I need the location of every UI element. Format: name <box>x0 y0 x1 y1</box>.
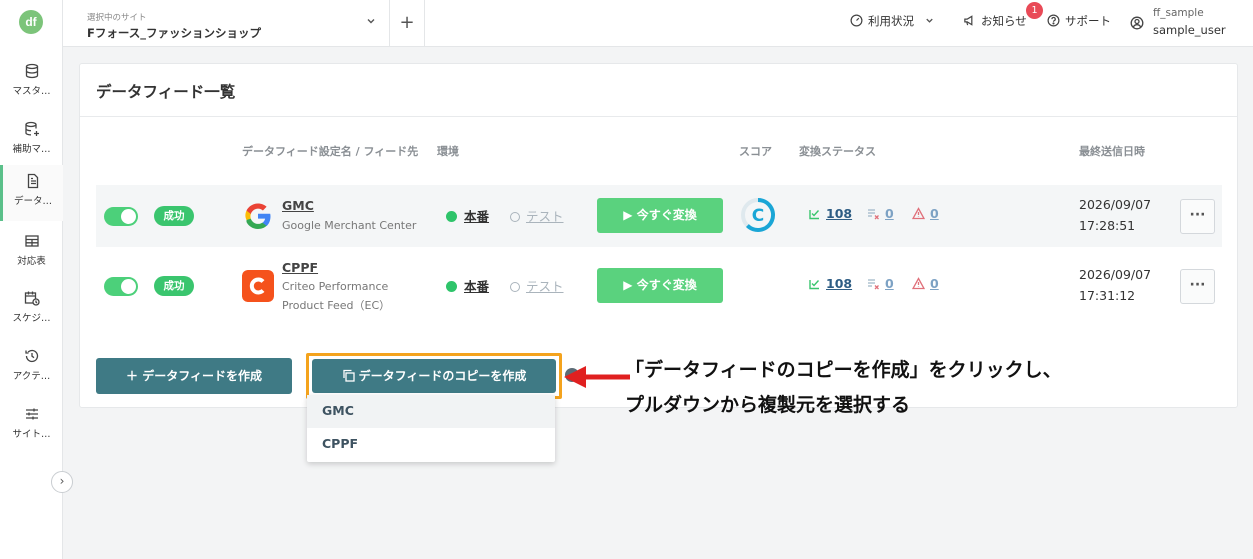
sidebar-item-activity[interactable]: アクテ… <box>0 340 63 396</box>
feed-name-link[interactable]: GMC <box>282 198 314 213</box>
app-logo[interactable]: df <box>19 10 43 34</box>
last-sent-datetime: 2026/09/07 17:31:12 <box>1079 267 1152 303</box>
feed-destination: Criteo Performance Product Feed（EC） <box>282 280 391 312</box>
success-count-link[interactable]: 108 <box>808 206 852 221</box>
user-icon <box>1130 16 1144 30</box>
site-selector-label: 選択中のサイト <box>87 13 147 23</box>
column-header-score: スコア <box>739 145 772 158</box>
sidebar-item-label: マスタ… <box>12 86 51 97</box>
add-site-button[interactable]: + <box>390 0 425 46</box>
sidebar-item-master[interactable]: マスタ… <box>0 55 63 111</box>
site-name: Fフォース_ファッションショップ <box>87 26 262 40</box>
copy-datafeed-button[interactable]: データフィードのコピーを作成 <box>312 359 556 393</box>
notification-badge: 1 <box>1026 2 1043 19</box>
site-selector[interactable]: 選択中のサイト Fフォース_ファッションショップ <box>63 0 390 46</box>
column-header-status: 変換ステータス <box>799 145 876 158</box>
status-badge: 成功 <box>154 276 194 296</box>
env-live-option[interactable]: 本番 <box>446 206 489 225</box>
sidebar-item-label: アクテ… <box>12 371 51 382</box>
history-icon <box>24 349 38 363</box>
sidebar-item-label: データ… <box>13 196 52 207</box>
score-gauge: C <box>741 198 775 232</box>
warning-count-link[interactable]: 0 <box>911 276 939 291</box>
annotation-line-1: 「データフィードのコピーを作成」をクリックし、 <box>625 359 1062 381</box>
help-icon <box>1047 14 1060 27</box>
highlight-frame: データフィードのコピーを作成 <box>306 353 562 399</box>
sidebar-item-mapping[interactable]: 対応表 <box>0 225 63 281</box>
convert-now-button[interactable]: ▶ 今すぐ変換 <box>597 268 723 303</box>
column-header-last-sent: 最終送信日時 <box>1079 145 1145 158</box>
warning-count-link[interactable]: 0 <box>911 206 939 221</box>
column-header-env: 環境 <box>437 145 459 158</box>
news-label: お知らせ <box>981 14 1027 28</box>
sliders-icon <box>25 408 38 420</box>
feed-destination: Google Merchant Center <box>282 219 417 232</box>
warning-icon <box>911 207 926 220</box>
support-link[interactable]: サポート <box>1047 13 1111 29</box>
calendar-clock-icon <box>24 291 40 306</box>
error-count-link[interactable]: 0 <box>867 206 894 221</box>
success-count-link[interactable]: 108 <box>808 276 852 291</box>
annotation-callout: 「データフィードのコピーを作成」をクリックし、 プルダウンから複製元を選択する <box>625 353 1062 423</box>
news-link[interactable]: お知らせ <box>963 13 1027 29</box>
sidebar-item-schedule[interactable]: スケジ… <box>0 282 63 338</box>
env-test-option[interactable]: テスト <box>510 206 564 225</box>
score-label: C <box>752 206 764 226</box>
dropdown-item-gmc[interactable]: GMC <box>307 395 555 428</box>
sidebar-item-datafeed[interactable]: データ… <box>0 165 63 221</box>
annotation-line-2: プルダウンから複製元を選択する <box>625 394 911 416</box>
support-label: サポート <box>1065 14 1111 28</box>
dropdown-item-cppf[interactable]: CPPF <box>307 428 555 461</box>
sidebar-item-label: 補助マ… <box>12 144 51 155</box>
megaphone-icon <box>964 15 973 26</box>
usage-menu[interactable]: 利用状況 <box>850 13 940 29</box>
enable-toggle[interactable] <box>104 277 138 296</box>
page-title: データフィード一覧 <box>96 83 236 101</box>
database-icon <box>25 63 38 79</box>
document-icon <box>27 173 39 189</box>
sidebar-item-aux-master[interactable]: 補助マ… <box>0 113 63 169</box>
top-header: 選択中のサイト Fフォース_ファッションショップ + 利用状況 お知らせ 1 サ… <box>63 0 1253 47</box>
table-icon <box>24 235 39 247</box>
error-count-link[interactable]: 0 <box>867 276 894 291</box>
status-badge: 成功 <box>154 206 194 226</box>
sidebar-item-site-settings[interactable]: サイト… <box>0 398 63 454</box>
user-id: ff_sample <box>1153 7 1204 19</box>
user-name: sample_user <box>1153 23 1226 37</box>
create-datafeed-button[interactable]: ＋ データフィードを作成 <box>96 358 292 394</box>
database-add-icon <box>24 121 39 136</box>
table-row: 成功 GMC Google Merchant Center 本番 テスト ▶ 今… <box>96 185 1222 247</box>
check-doc-icon <box>809 210 820 220</box>
criteo-icon <box>242 270 274 302</box>
check-doc-icon <box>809 280 820 290</box>
env-live-option[interactable]: 本番 <box>446 276 489 295</box>
feed-name-link[interactable]: CPPF <box>282 260 318 275</box>
last-sent-datetime: 2026/09/07 17:28:51 <box>1079 197 1152 233</box>
usage-label: 利用状況 <box>868 14 914 28</box>
sidebar-item-label: サイト… <box>12 429 51 440</box>
divider <box>80 116 1237 117</box>
sidebar-item-label: 対応表 <box>17 256 46 267</box>
more-options-button[interactable]: ··· <box>1180 269 1215 304</box>
warning-icon <box>911 277 926 290</box>
column-header-name: データフィード設定名 / フィード先 <box>242 145 419 158</box>
red-arrow-icon <box>564 366 630 388</box>
list-error-icon <box>868 209 879 220</box>
sidebar-expand-button[interactable]: › <box>51 471 73 493</box>
table-row: 成功 CPPF Criteo Performance Product Feed（… <box>96 255 1222 317</box>
chevron-down-icon <box>925 18 933 23</box>
enable-toggle[interactable] <box>104 207 138 226</box>
sidebar-item-label: スケジ… <box>12 313 51 324</box>
google-icon <box>245 203 271 229</box>
chevron-down-icon <box>367 19 375 24</box>
list-error-icon <box>868 279 879 290</box>
more-options-button[interactable]: ··· <box>1180 199 1215 234</box>
convert-now-button[interactable]: ▶ 今すぐ変換 <box>597 198 723 233</box>
copy-source-dropdown: GMC CPPF <box>307 395 555 462</box>
gauge-icon <box>850 14 863 27</box>
env-test-option[interactable]: テスト <box>510 276 564 295</box>
copy-icon <box>342 369 355 382</box>
